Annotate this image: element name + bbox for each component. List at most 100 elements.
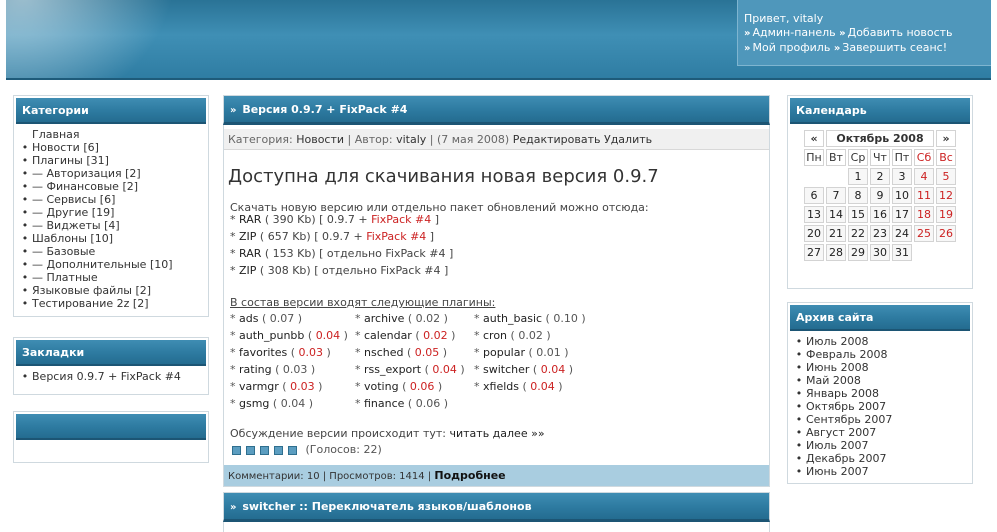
category-link[interactable]: Шаблоны [10] [32,232,113,245]
rating-star-icon[interactable] [288,445,297,455]
category-item[interactable]: • — Финансовые [2] [18,180,208,193]
archive-item[interactable]: • Февраль 2008 [792,348,972,361]
archive-item[interactable]: • Июнь 2007 [792,465,972,478]
category-link[interactable]: Тестирование 2z [2] [32,297,148,310]
calendar-day[interactable]: 13 [804,206,824,223]
plugin-link[interactable]: gsmg [239,397,269,410]
category-link[interactable]: — Другие [19] [32,206,114,219]
archive-link[interactable]: Декабрь 2007 [806,452,887,465]
category-link[interactable]: — Платные [32,271,98,284]
category-link[interactable]: Плагины [31] [32,154,109,167]
calendar-day[interactable]: 2 [870,168,890,185]
plugin-link[interactable]: auth_punbb [239,329,304,342]
category-link[interactable]: Новости [296,133,344,146]
archive-link[interactable]: Июль 2008 [806,335,869,348]
archive-item[interactable]: • Октябрь 2007 [792,400,972,413]
archive-item[interactable]: • Июль 2007 [792,439,972,452]
category-item[interactable]: • — Авторизация [2] [18,167,208,180]
calendar-prev-button[interactable]: « [804,130,824,147]
category-link[interactable]: Новости [6] [32,141,99,154]
calendar-day[interactable]: 1 [848,168,868,185]
plugin-link[interactable]: rss_export [364,363,421,376]
category-link[interactable]: — Виджеты [4] [32,219,120,232]
category-item[interactable]: • — Базовые [18,245,208,258]
download-link[interactable]: ZIP [239,230,256,243]
category-item[interactable]: • Шаблоны [10] [18,232,208,245]
my-profile-link[interactable]: Мой профиль [752,41,830,54]
calendar-day[interactable]: 19 [936,206,956,223]
category-item[interactable]: • Плагины [31] [18,154,208,167]
category-item[interactable]: • — Виджеты [4] [18,219,208,232]
calendar-day[interactable]: 14 [826,206,846,223]
archive-link[interactable]: Июнь 2008 [806,361,869,374]
logout-link[interactable]: Завершить сеанс! [842,41,947,54]
category-item[interactable]: Главная [18,128,208,141]
plugin-link[interactable]: rating [239,363,272,376]
admin-panel-link[interactable]: Админ-панель [752,26,835,39]
plugin-link[interactable]: favorites [239,346,287,359]
rating-star-icon[interactable] [260,445,269,455]
calendar-day[interactable]: 4 [914,168,934,185]
calendar-next-button[interactable]: » [936,130,956,147]
category-item[interactable]: • Новости [6] [18,141,208,154]
plugin-link[interactable]: varmgr [239,380,279,393]
author-link[interactable]: vitaly [396,133,426,146]
rating-star-icon[interactable] [232,445,241,455]
category-link[interactable]: — Дополнительные [10] [32,258,173,271]
archive-item[interactable]: • Июль 2008 [792,335,972,348]
calendar-day[interactable]: 10 [892,187,912,204]
calendar-day[interactable]: 29 [848,244,868,261]
calendar-day[interactable]: 31 [892,244,912,261]
archive-link[interactable]: Январь 2008 [806,387,879,400]
plugin-link[interactable]: nsched [364,346,403,359]
category-item[interactable]: • — Другие [19] [18,206,208,219]
plugin-link[interactable]: finance [364,397,404,410]
plugin-link[interactable]: popular [483,346,525,359]
edit-link[interactable]: Редактировать [513,133,601,146]
plugin-link[interactable]: ads [239,312,258,325]
calendar-day[interactable]: 17 [892,206,912,223]
calendar-day[interactable]: 20 [804,225,824,242]
calendar-day[interactable]: 12 [936,187,956,204]
delete-link[interactable]: Удалить [604,133,652,146]
calendar-day[interactable]: 15 [848,206,868,223]
archive-link[interactable]: Июль 2007 [806,439,869,452]
category-link[interactable]: Языковые файлы [2] [32,284,151,297]
calendar-day[interactable]: 18 [914,206,934,223]
calendar-day[interactable]: 16 [870,206,890,223]
archive-item[interactable]: • Август 2007 [792,426,972,439]
calendar-day[interactable]: 5 [936,168,956,185]
archive-link[interactable]: Октябрь 2007 [806,400,886,413]
calendar-day[interactable]: 26 [936,225,956,242]
calendar-day[interactable]: 3 [892,168,912,185]
download-link[interactable]: RAR [239,213,261,226]
archive-link[interactable]: Август 2007 [806,426,876,439]
plugin-link[interactable]: switcher [483,363,529,376]
rating-star-icon[interactable] [246,445,255,455]
download-link[interactable]: ZIP [239,264,256,277]
calendar-day[interactable]: 23 [870,225,890,242]
archive-item[interactable]: • Январь 2008 [792,387,972,400]
plugin-link[interactable]: cron [483,329,507,342]
category-link[interactable]: Главная [32,128,80,141]
bookmark-item[interactable]: • Версия 0.9.7 + FixPack #4 [18,370,208,383]
plugin-link[interactable]: xfields [483,380,519,393]
read-more-link[interactable]: читать далее »» [450,427,545,440]
post2-title-link[interactable]: switcher :: Переключатель языков/шаблоно… [242,500,531,513]
add-news-link[interactable]: Добавить новость [848,26,953,39]
archive-link[interactable]: Июнь 2007 [806,465,869,478]
category-item[interactable]: • Тестирование 2z [2] [18,297,208,310]
archive-item[interactable]: • Сентябрь 2007 [792,413,972,426]
calendar-day[interactable]: 9 [870,187,890,204]
archive-link[interactable]: Май 2008 [806,374,861,387]
category-link[interactable]: — Авторизация [2] [32,167,141,180]
calendar-day[interactable]: 24 [892,225,912,242]
download-link[interactable]: RAR [239,247,261,260]
more-link[interactable]: Подробнее [434,469,505,482]
plugin-link[interactable]: calendar [364,329,412,342]
category-link[interactable]: — Базовые [32,245,95,258]
calendar-day[interactable]: 7 [826,187,846,204]
calendar-day[interactable]: 6 [804,187,824,204]
category-link[interactable]: — Сервисы [6] [32,193,115,206]
category-item[interactable]: • — Платные [18,271,208,284]
